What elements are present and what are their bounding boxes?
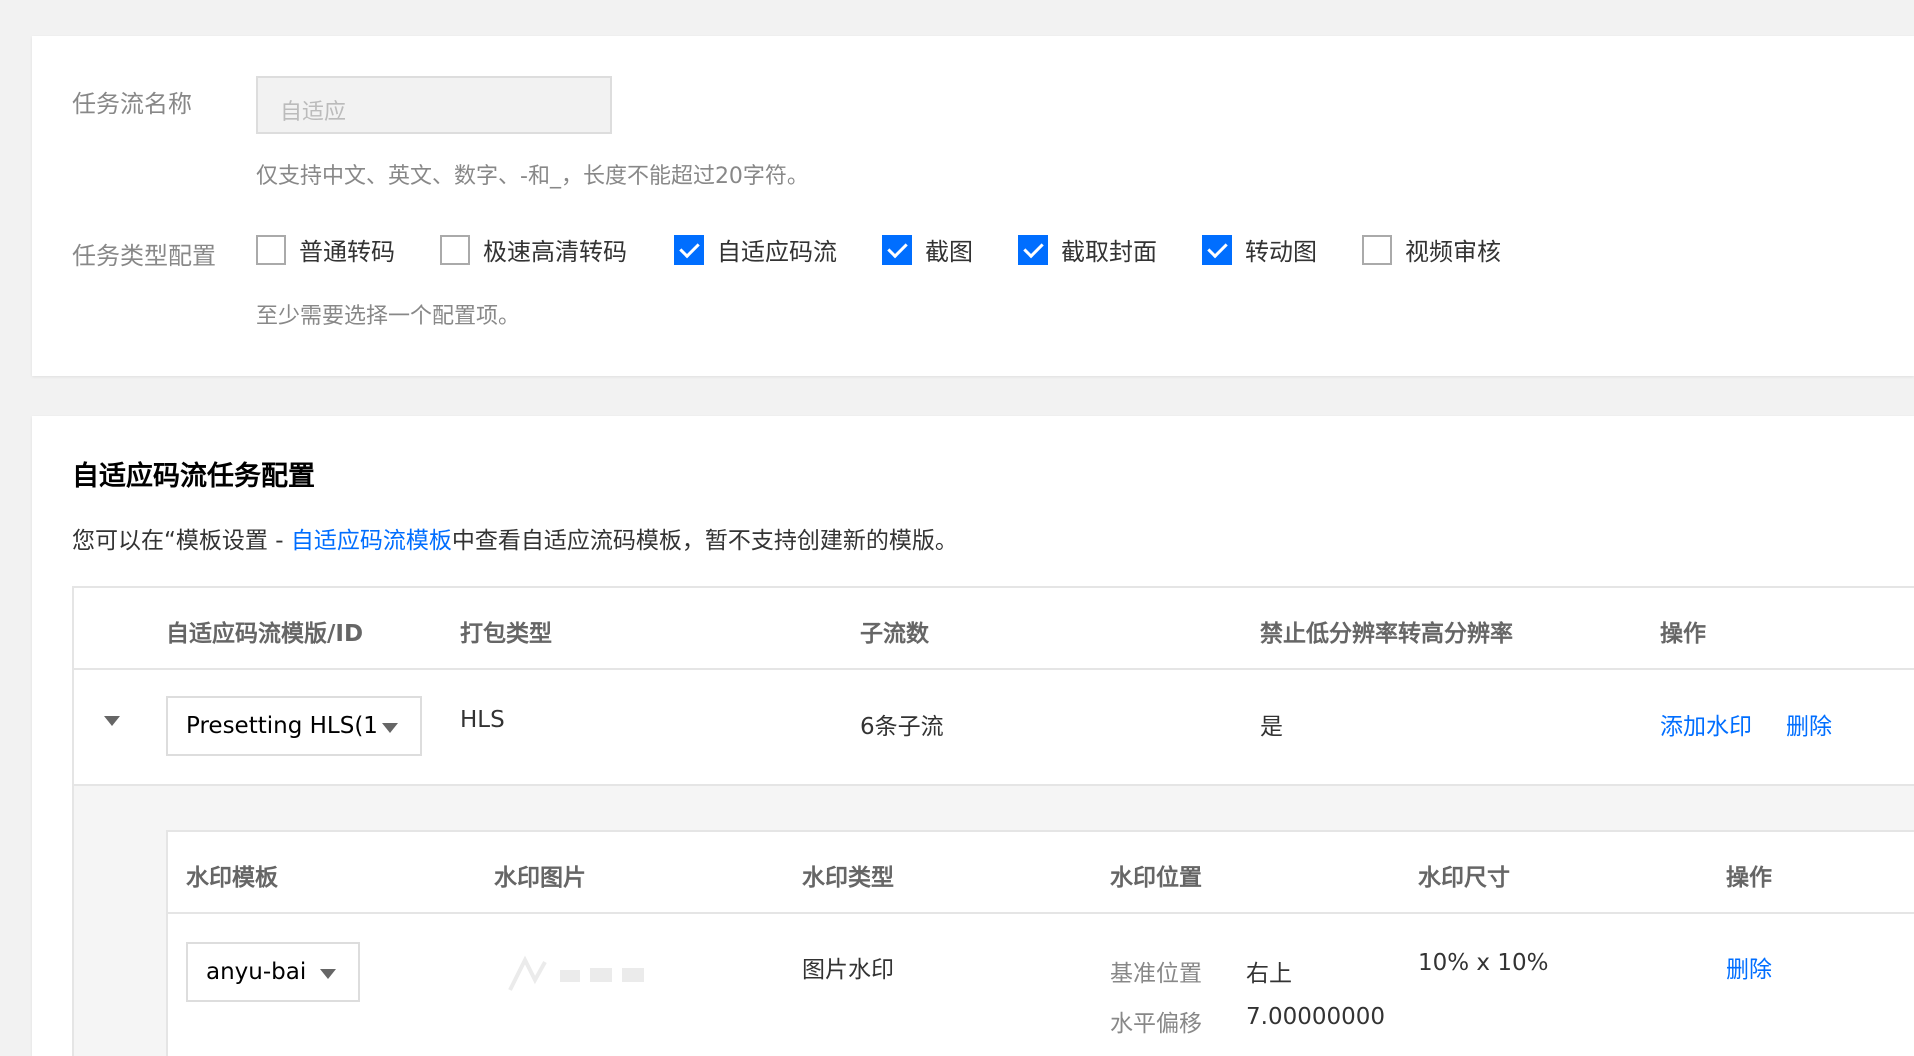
package-type-cell: HLS xyxy=(460,707,505,733)
checkbox-box[interactable] xyxy=(256,234,286,265)
position-offset-value: 7.00000000 xyxy=(1246,1004,1386,1030)
checkbox-label: 自适应码流 xyxy=(717,238,837,266)
watermark-size-cell: 10% x 10% xyxy=(1418,950,1549,976)
col-template: 自适应码流模版/ID xyxy=(166,621,364,647)
chevron-down-icon xyxy=(320,969,336,979)
substreams-cell: 6条子流 xyxy=(860,714,944,740)
checkbox-label: 转动图 xyxy=(1245,238,1317,266)
task-flow-card: 任务流名称 自适应 仅支持中文、英文、数字、-和_，长度不能超过20字符。 任务… xyxy=(32,36,1914,376)
checkbox-box[interactable] xyxy=(1362,234,1392,265)
watermark-image-thumbnail xyxy=(508,955,644,991)
adaptive-template-link[interactable]: 自适应码流模板 xyxy=(291,528,452,554)
table-header: 自适应码流模版/ID 打包类型 子流数 禁止低分辨率转高分辨率 操作 xyxy=(74,588,1914,670)
checkbox-box[interactable] xyxy=(1018,234,1048,265)
position-base-value: 右上 xyxy=(1246,961,1292,987)
task-type-hint: 至少需要选择一个配置项。 xyxy=(256,304,521,329)
watermark-select-value: anyu-bai xyxy=(206,959,307,985)
checkbox-video-review[interactable]: 视频审核 xyxy=(1362,232,1501,267)
template-select[interactable]: Presetting HLS(1 xyxy=(166,696,422,756)
checkbox-label: 截图 xyxy=(925,238,973,266)
task-name-hint: 仅支持中文、英文、数字、-和_，长度不能超过20字符。 xyxy=(256,164,809,189)
col-forbid-upscale: 禁止低分辨率转高分辨率 xyxy=(1260,621,1513,647)
add-watermark-link[interactable]: 添加水印 xyxy=(1660,707,1752,741)
col-substreams: 子流数 xyxy=(860,621,929,647)
checkbox-label: 普通转码 xyxy=(299,238,395,266)
checkbox-box[interactable] xyxy=(882,234,912,265)
desc-suffix: 中查看自适应流码模板，暂不支持创建新的模版。 xyxy=(451,528,958,554)
col-watermark-template: 水印模板 xyxy=(186,865,278,891)
desc-prefix: 您可以在“模板设置 - xyxy=(72,528,291,554)
adaptive-config-card: 自适应码流任务配置 您可以在“模板设置 - 自适应码流模板中查看自适应流码模板，… xyxy=(32,416,1914,1056)
task-type-label: 任务类型配置 xyxy=(72,242,216,270)
col-package-type: 打包类型 xyxy=(460,621,552,647)
watermark-delete-link[interactable]: 删除 xyxy=(1726,950,1772,984)
position-offset-key: 水平偏移 xyxy=(1110,1011,1202,1037)
expand-toggle-icon[interactable] xyxy=(104,716,120,726)
col-actions: 操作 xyxy=(1660,621,1706,647)
task-name-input[interactable]: 自适应 xyxy=(256,76,612,134)
watermark-table-header: 水印模板 水印图片 水印类型 水印位置 水印尺寸 操作 xyxy=(168,832,1914,914)
task-name-label: 任务流名称 xyxy=(72,90,192,118)
watermark-template-select[interactable]: anyu-bai xyxy=(186,942,360,1002)
checkbox-box[interactable] xyxy=(674,234,704,265)
table-row: Presetting HLS(1 HLS 6条子流 是 添加水印 删除 xyxy=(74,670,1914,786)
checkbox-screenshot[interactable]: 截图 xyxy=(882,232,973,267)
template-select-value: Presetting HLS(1 xyxy=(186,713,378,739)
adaptive-template-table: 自适应码流模版/ID 打包类型 子流数 禁止低分辨率转高分辨率 操作 Prese… xyxy=(72,586,1914,1056)
checkbox-fast-hd-transcode[interactable]: 极速高清转码 xyxy=(440,232,627,267)
delete-link[interactable]: 删除 xyxy=(1786,707,1832,741)
checkbox-label: 视频审核 xyxy=(1405,238,1501,266)
checkbox-label: 截取封面 xyxy=(1061,238,1157,266)
position-base-key: 基准位置 xyxy=(1110,961,1202,987)
checkbox-cover[interactable]: 截取封面 xyxy=(1018,232,1157,267)
col-watermark-image: 水印图片 xyxy=(494,865,586,891)
forbid-upscale-cell: 是 xyxy=(1260,714,1283,740)
watermark-type-cell: 图片水印 xyxy=(802,957,894,983)
chevron-down-icon xyxy=(382,723,398,733)
col-watermark-position: 水印位置 xyxy=(1110,865,1202,891)
col-watermark-actions: 操作 xyxy=(1726,865,1772,891)
checkbox-box[interactable] xyxy=(1202,234,1232,265)
checkbox-label: 极速高清转码 xyxy=(483,238,627,266)
expanded-row-area: 水印模板 水印图片 水印类型 水印位置 水印尺寸 操作 anyu-bai 图片水… xyxy=(74,786,1914,1056)
watermark-table: 水印模板 水印图片 水印类型 水印位置 水印尺寸 操作 anyu-bai 图片水… xyxy=(166,830,1914,1056)
checkbox-adaptive-stream[interactable]: 自适应码流 xyxy=(674,232,837,267)
col-watermark-type: 水印类型 xyxy=(802,865,894,891)
col-watermark-size: 水印尺寸 xyxy=(1418,865,1510,891)
section-description: 您可以在“模板设置 - 自适应码流模板中查看自适应流码模板，暂不支持创建新的模版… xyxy=(72,521,958,555)
section-title: 自适应码流任务配置 xyxy=(72,461,315,492)
checkbox-animated[interactable]: 转动图 xyxy=(1202,232,1317,267)
checkbox-normal-transcode[interactable]: 普通转码 xyxy=(256,232,395,267)
checkbox-box[interactable] xyxy=(440,234,470,265)
